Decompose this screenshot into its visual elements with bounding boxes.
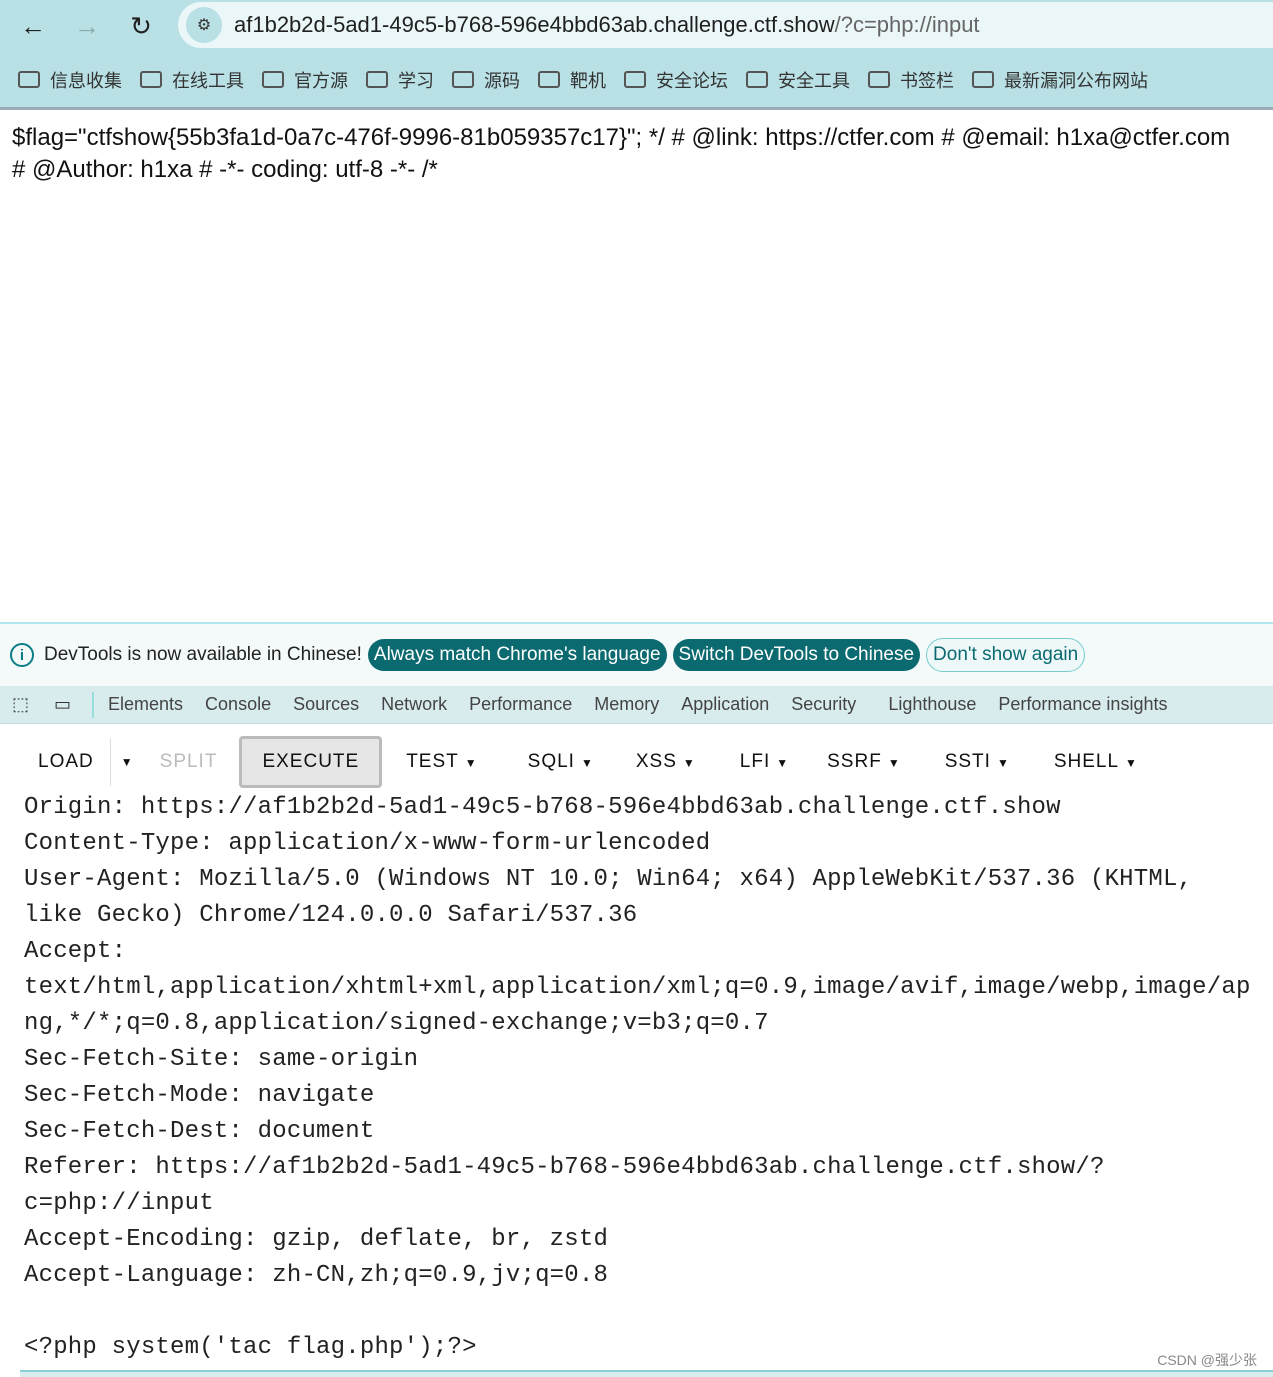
notice-text: DevTools is now available in Chinese!	[44, 644, 362, 665]
devtools-tab[interactable]: Lighthouse	[888, 694, 976, 715]
dropdown-caret-icon: ▼	[464, 756, 478, 770]
menu-label: SSTI	[944, 751, 991, 772]
folder-icon	[538, 71, 560, 88]
bookmark-folder[interactable]: 安全工具	[746, 67, 850, 93]
folder-icon	[262, 71, 284, 88]
folder-icon	[366, 71, 388, 88]
divider	[109, 738, 111, 786]
page-line: $flag="ctfshow{55b3fa1d-0a7c-476f-9996-8…	[12, 124, 1231, 151]
folder-icon	[868, 71, 890, 88]
devtools-language-notice: i DevTools is now available in Chinese! …	[0, 622, 1273, 686]
device-toolbar-icon[interactable]: ▭	[54, 694, 78, 715]
menu-label: SHELL	[1053, 751, 1120, 772]
execute-button[interactable]: EXECUTE	[239, 736, 383, 788]
bookmark-label: 学习	[398, 70, 434, 91]
bookmarks-bar: 信息收集 在线工具 官方源 学习 源码 靶机 安全论坛 安全工具 书签栏 最新漏洞公布网站	[0, 52, 1273, 110]
page-line: # @Author: h1xa # -*- coding: utf-8 -*- …	[12, 156, 438, 183]
bookmark-folder[interactable]: 最新漏洞公布网站	[972, 67, 1148, 93]
dropdown-caret-icon: ▼	[887, 756, 901, 770]
always-match-button[interactable]: Always match Chrome's language	[367, 639, 667, 671]
bookmark-folder[interactable]: 书签栏	[868, 67, 954, 93]
bookmark-label: 信息收集	[50, 70, 122, 91]
dropdown-caret-icon: ▼	[776, 756, 790, 770]
folder-icon	[452, 71, 474, 88]
request-body-textarea[interactable]: Origin: https://af1b2b2d-5ad1-49c5-b768-…	[24, 790, 1263, 1366]
devtools-tab[interactable]: Console	[205, 694, 271, 715]
bookmark-folder[interactable]: 信息收集	[18, 67, 122, 93]
menu-ssti[interactable]: SSTI ▼	[933, 751, 1022, 773]
devtools-tab[interactable]: Sources	[293, 694, 359, 715]
bookmark-folder[interactable]: 源码	[452, 67, 520, 93]
devtools-tab[interactable]: Performance insights	[998, 694, 1167, 715]
devtools-tab[interactable]: Application	[681, 694, 769, 715]
load-button[interactable]: LOAD	[26, 751, 106, 773]
devtools-tab[interactable]: Performance	[469, 694, 572, 715]
site-settings-icon[interactable]: ⚙	[186, 7, 222, 43]
bookmark-label: 在线工具	[172, 70, 244, 91]
menu-label: TEST	[406, 751, 459, 772]
bookmark-folder[interactable]: 在线工具	[140, 67, 244, 93]
divider	[92, 691, 94, 718]
folder-icon	[746, 71, 768, 88]
address-bar[interactable]: ⚙ af1b2b2d-5ad1-49c5-b768-596e4bbd63ab.c…	[178, 2, 1273, 48]
folder-icon	[972, 71, 994, 88]
reload-icon[interactable]: ↻	[126, 11, 156, 41]
folder-icon	[140, 71, 162, 88]
load-dropdown-icon[interactable]: ▼	[121, 755, 134, 769]
inspect-element-icon[interactable]: ⬚	[12, 694, 36, 715]
menu-ssrf[interactable]: SSRF ▼	[815, 751, 913, 773]
bookmark-label: 书签栏	[900, 70, 954, 91]
dropdown-caret-icon: ▼	[996, 756, 1010, 770]
menu-label: LFI	[739, 751, 771, 772]
menu-label: SSRF	[827, 751, 882, 772]
hackbar-toolbar: LOAD ▼ SPLIT EXECUTE TEST ▼ SQLI ▼ XSS ▼ LFI ▼ S…	[0, 736, 1273, 788]
folder-icon	[18, 71, 40, 88]
menu-lfi[interactable]: LFI ▼	[728, 751, 801, 773]
menu-sqli[interactable]: SQLI ▼	[516, 751, 606, 773]
url-host: af1b2b2d-5ad1-49c5-b768-596e4bbd63ab.cha…	[234, 12, 835, 37]
watermark: CSDN @强少张	[1157, 1352, 1257, 1368]
bookmark-label: 最新漏洞公布网站	[1004, 70, 1148, 91]
back-icon[interactable]: ←	[18, 11, 48, 41]
folder-icon	[624, 71, 646, 88]
switch-chinese-button[interactable]: Switch DevTools to Chinese	[672, 639, 921, 671]
bookmark-folder[interactable]: 靶机	[538, 67, 606, 93]
scrollbar-track[interactable]	[20, 1370, 1273, 1377]
forward-icon[interactable]: →	[72, 11, 102, 41]
menu-shell[interactable]: SHELL ▼	[1042, 751, 1150, 773]
dropdown-caret-icon: ▼	[1125, 756, 1138, 770]
menu-label: XSS	[635, 751, 677, 772]
menu-test[interactable]: TEST ▼	[394, 751, 489, 773]
dont-show-again-button[interactable]: Don't show again	[926, 638, 1086, 672]
page-content: $flag="ctfshow{55b3fa1d-0a7c-476f-9996-8…	[0, 110, 1273, 198]
devtools-tab[interactable]: Security	[791, 694, 856, 715]
bookmark-label: 靶机	[570, 70, 606, 91]
devtools-tabbar: ⬚ ▭ Elements Console Sources Network Perform…	[0, 686, 1273, 724]
url-path: /?c=php://input	[834, 12, 980, 37]
browser-toolbar: ← → ↻ ⚙ af1b2b2d-5ad1-49c5-b768-596e4bbd…	[0, 0, 1273, 52]
bookmark-label: 源码	[484, 70, 520, 91]
devtools-tab[interactable]: Memory	[594, 694, 659, 715]
bookmark-folder[interactable]: 学习	[366, 67, 434, 93]
dropdown-caret-icon: ▼	[580, 756, 594, 770]
bookmark-label: 安全论坛	[656, 70, 728, 91]
info-icon: i	[10, 643, 34, 667]
dropdown-caret-icon: ▼	[682, 756, 696, 770]
bookmark-folder[interactable]: 安全论坛	[624, 67, 728, 93]
bookmark-label: 官方源	[294, 70, 348, 91]
split-button[interactable]: SPLIT	[148, 751, 230, 773]
menu-label: SQLI	[527, 751, 575, 772]
devtools-tab[interactable]: Network	[381, 694, 447, 715]
url-text[interactable]: af1b2b2d-5ad1-49c5-b768-596e4bbd63ab.cha…	[234, 12, 980, 38]
bookmark-label: 安全工具	[778, 70, 850, 91]
devtools-tab[interactable]: Elements	[108, 694, 183, 715]
bookmark-folder[interactable]: 官方源	[262, 67, 348, 93]
menu-xss[interactable]: XSS ▼	[624, 751, 708, 773]
